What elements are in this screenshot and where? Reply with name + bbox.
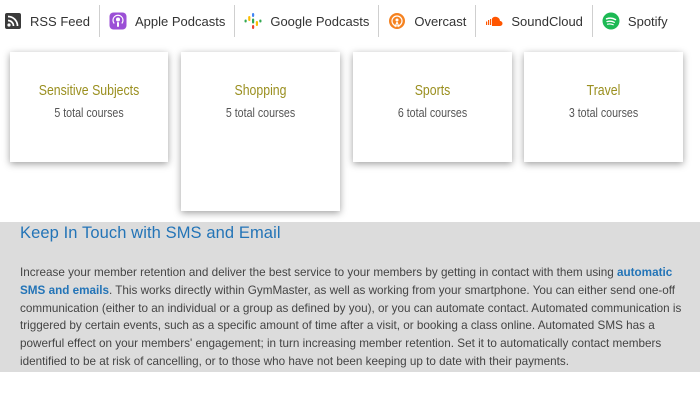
apple-podcasts-label: Apple Podcasts [134,13,226,29]
apple-podcasts-link[interactable]: Apple Podcasts [100,5,236,37]
course-title: Sensitive Subjects [38,82,140,99]
sms-email-section: Keep In Touch with SMS and Email Increas… [0,222,700,372]
course-title: Travel [586,82,621,99]
overcast-link[interactable]: Overcast [379,5,477,37]
soundcloud-icon [485,12,503,30]
course-count: 3 total courses [568,105,639,120]
overcast-icon [388,12,406,30]
google-podcasts-icon [244,12,262,30]
course-card-shopping[interactable]: Shopping 5 total courses [181,52,340,211]
rss-feed-link[interactable]: RSS Feed [0,5,100,37]
google-podcasts-label: Google Podcasts [270,13,370,29]
course-card-sports[interactable]: Sports 6 total courses [353,52,512,162]
google-podcasts-link[interactable]: Google Podcasts [235,5,380,37]
podcast-links-bar: RSS Feed Apple Podcasts Google Podcasts … [0,0,700,42]
soundcloud-label: SoundCloud [511,13,583,29]
rss-feed-label: RSS Feed [30,13,90,29]
spotify-link[interactable]: Spotify [593,5,677,37]
course-card-sensitive-subjects[interactable]: Sensitive Subjects 5 total courses [10,52,168,162]
paragraph-text-end: . This works directly within GymMaster, … [20,283,682,368]
section-heading: Keep In Touch with SMS and Email [20,224,281,242]
spotify-label: Spotify [627,13,668,29]
course-count: 5 total courses [225,105,296,120]
course-title: Shopping [234,82,287,99]
paragraph-text-start: Increase your member retention and deliv… [20,266,618,279]
course-count: 6 total courses [397,105,468,120]
apple-podcasts-icon [109,12,127,30]
spotify-icon [602,12,620,30]
course-title: Sports [414,82,451,99]
soundcloud-link[interactable]: SoundCloud [476,5,593,37]
page-bottom [0,372,700,400]
overcast-label: Overcast [414,13,467,29]
section-paragraph: Increase your member retention and deliv… [20,264,688,371]
course-count: 5 total courses [54,105,124,120]
course-card-travel[interactable]: Travel 3 total courses [524,52,683,162]
rss-icon [4,12,22,30]
